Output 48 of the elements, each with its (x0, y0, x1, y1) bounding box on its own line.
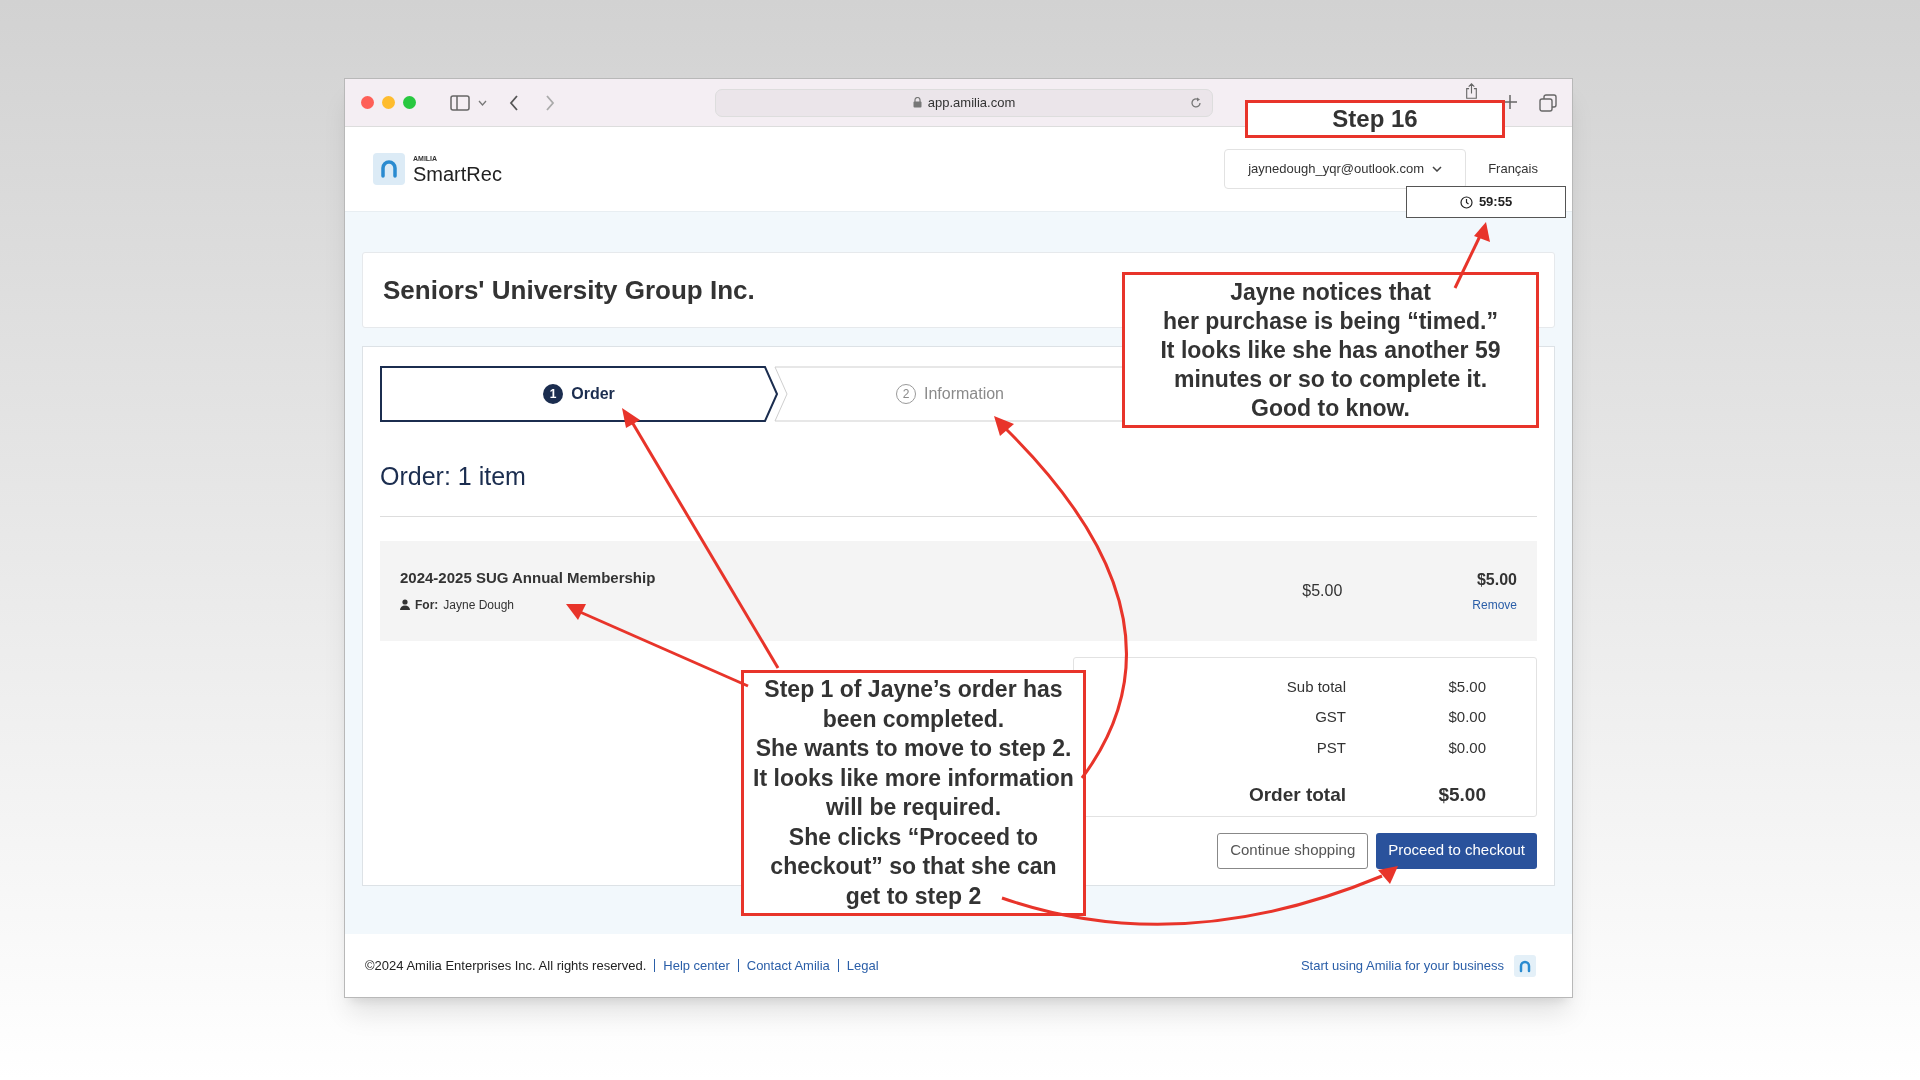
timer-badge: 59:55 (1406, 186, 1566, 218)
participant-label: For: (415, 596, 439, 614)
forward-icon[interactable] (545, 94, 555, 111)
tabs-icon[interactable] (1539, 94, 1557, 112)
footer-link[interactable]: Legal (846, 955, 879, 976)
order-heading: Order: 1 item (380, 461, 527, 492)
continue-shopping-button[interactable]: Continue shopping (1217, 832, 1369, 869)
promo-link[interactable]: Start using Amilia for your business (1300, 955, 1504, 976)
remove-link[interactable]: Remove (1472, 595, 1517, 614)
copyright-text: ©2024 Amilia Enterprises Inc. All rights reserved. (365, 956, 647, 975)
logo-icon[interactable] (373, 153, 405, 185)
language-link[interactable]: Français (1488, 159, 1538, 179)
close-icon[interactable] (361, 96, 374, 109)
total-label: Sub total (1286, 676, 1346, 697)
lock-icon (912, 97, 922, 108)
plus-icon[interactable] (1503, 95, 1517, 109)
annotation-callout: Step 1 of Jayne’s order has been completed. She wants to move to step 2. It looks like more information will be required. She clicks “Proceed to checkout” so that she can get to step 2 (741, 670, 1086, 916)
total-value: $0.00 (1447, 707, 1486, 727)
item-total: $5.00 (1476, 569, 1517, 590)
maximize-icon[interactable] (403, 96, 416, 109)
share-icon[interactable] (1465, 83, 1478, 99)
total-value: $0.00 (1447, 737, 1486, 758)
footer-link[interactable]: Contact Amilia (746, 955, 830, 976)
checkout-button[interactable]: Proceed to checkout (1376, 832, 1537, 869)
total-value: $5.00 (1447, 676, 1486, 697)
total-label: PST (1316, 737, 1346, 758)
annotation-callout: Jayne notices that her purchase is being “timed.” It looks like she has another 59 minutes or so to complete it. Good to know. (1122, 272, 1539, 428)
total-value: $5.00 (1437, 783, 1486, 807)
brand-name: SmartRec (413, 163, 502, 184)
total-label: Order total (1248, 783, 1346, 807)
unit-price: $5.00 (1302, 580, 1343, 601)
clock-icon (1459, 195, 1473, 209)
reload-icon[interactable] (1190, 96, 1202, 109)
step-title: Step 16 (1245, 100, 1505, 138)
address-bar[interactable]: app.amilia.com (715, 88, 1213, 117)
chevron-down-icon (1432, 166, 1443, 172)
participant-name: Jayne Dough (443, 596, 515, 614)
chevron-down-icon[interactable] (478, 99, 487, 106)
logo-icon[interactable] (1514, 954, 1536, 977)
arrow-drawing (1453, 222, 1490, 289)
step-tab[interactable]: 1 Order (380, 366, 778, 422)
sidebar-icon[interactable] (450, 94, 470, 111)
person-icon (400, 599, 410, 611)
footer-link[interactable]: Help center (663, 955, 730, 976)
back-icon[interactable] (509, 94, 519, 111)
organization-name: Seniors' University Group Inc. (383, 273, 755, 307)
total-label: GST (1315, 707, 1346, 727)
item-name: 2024-2025 SUG Annual Membership (400, 568, 656, 589)
